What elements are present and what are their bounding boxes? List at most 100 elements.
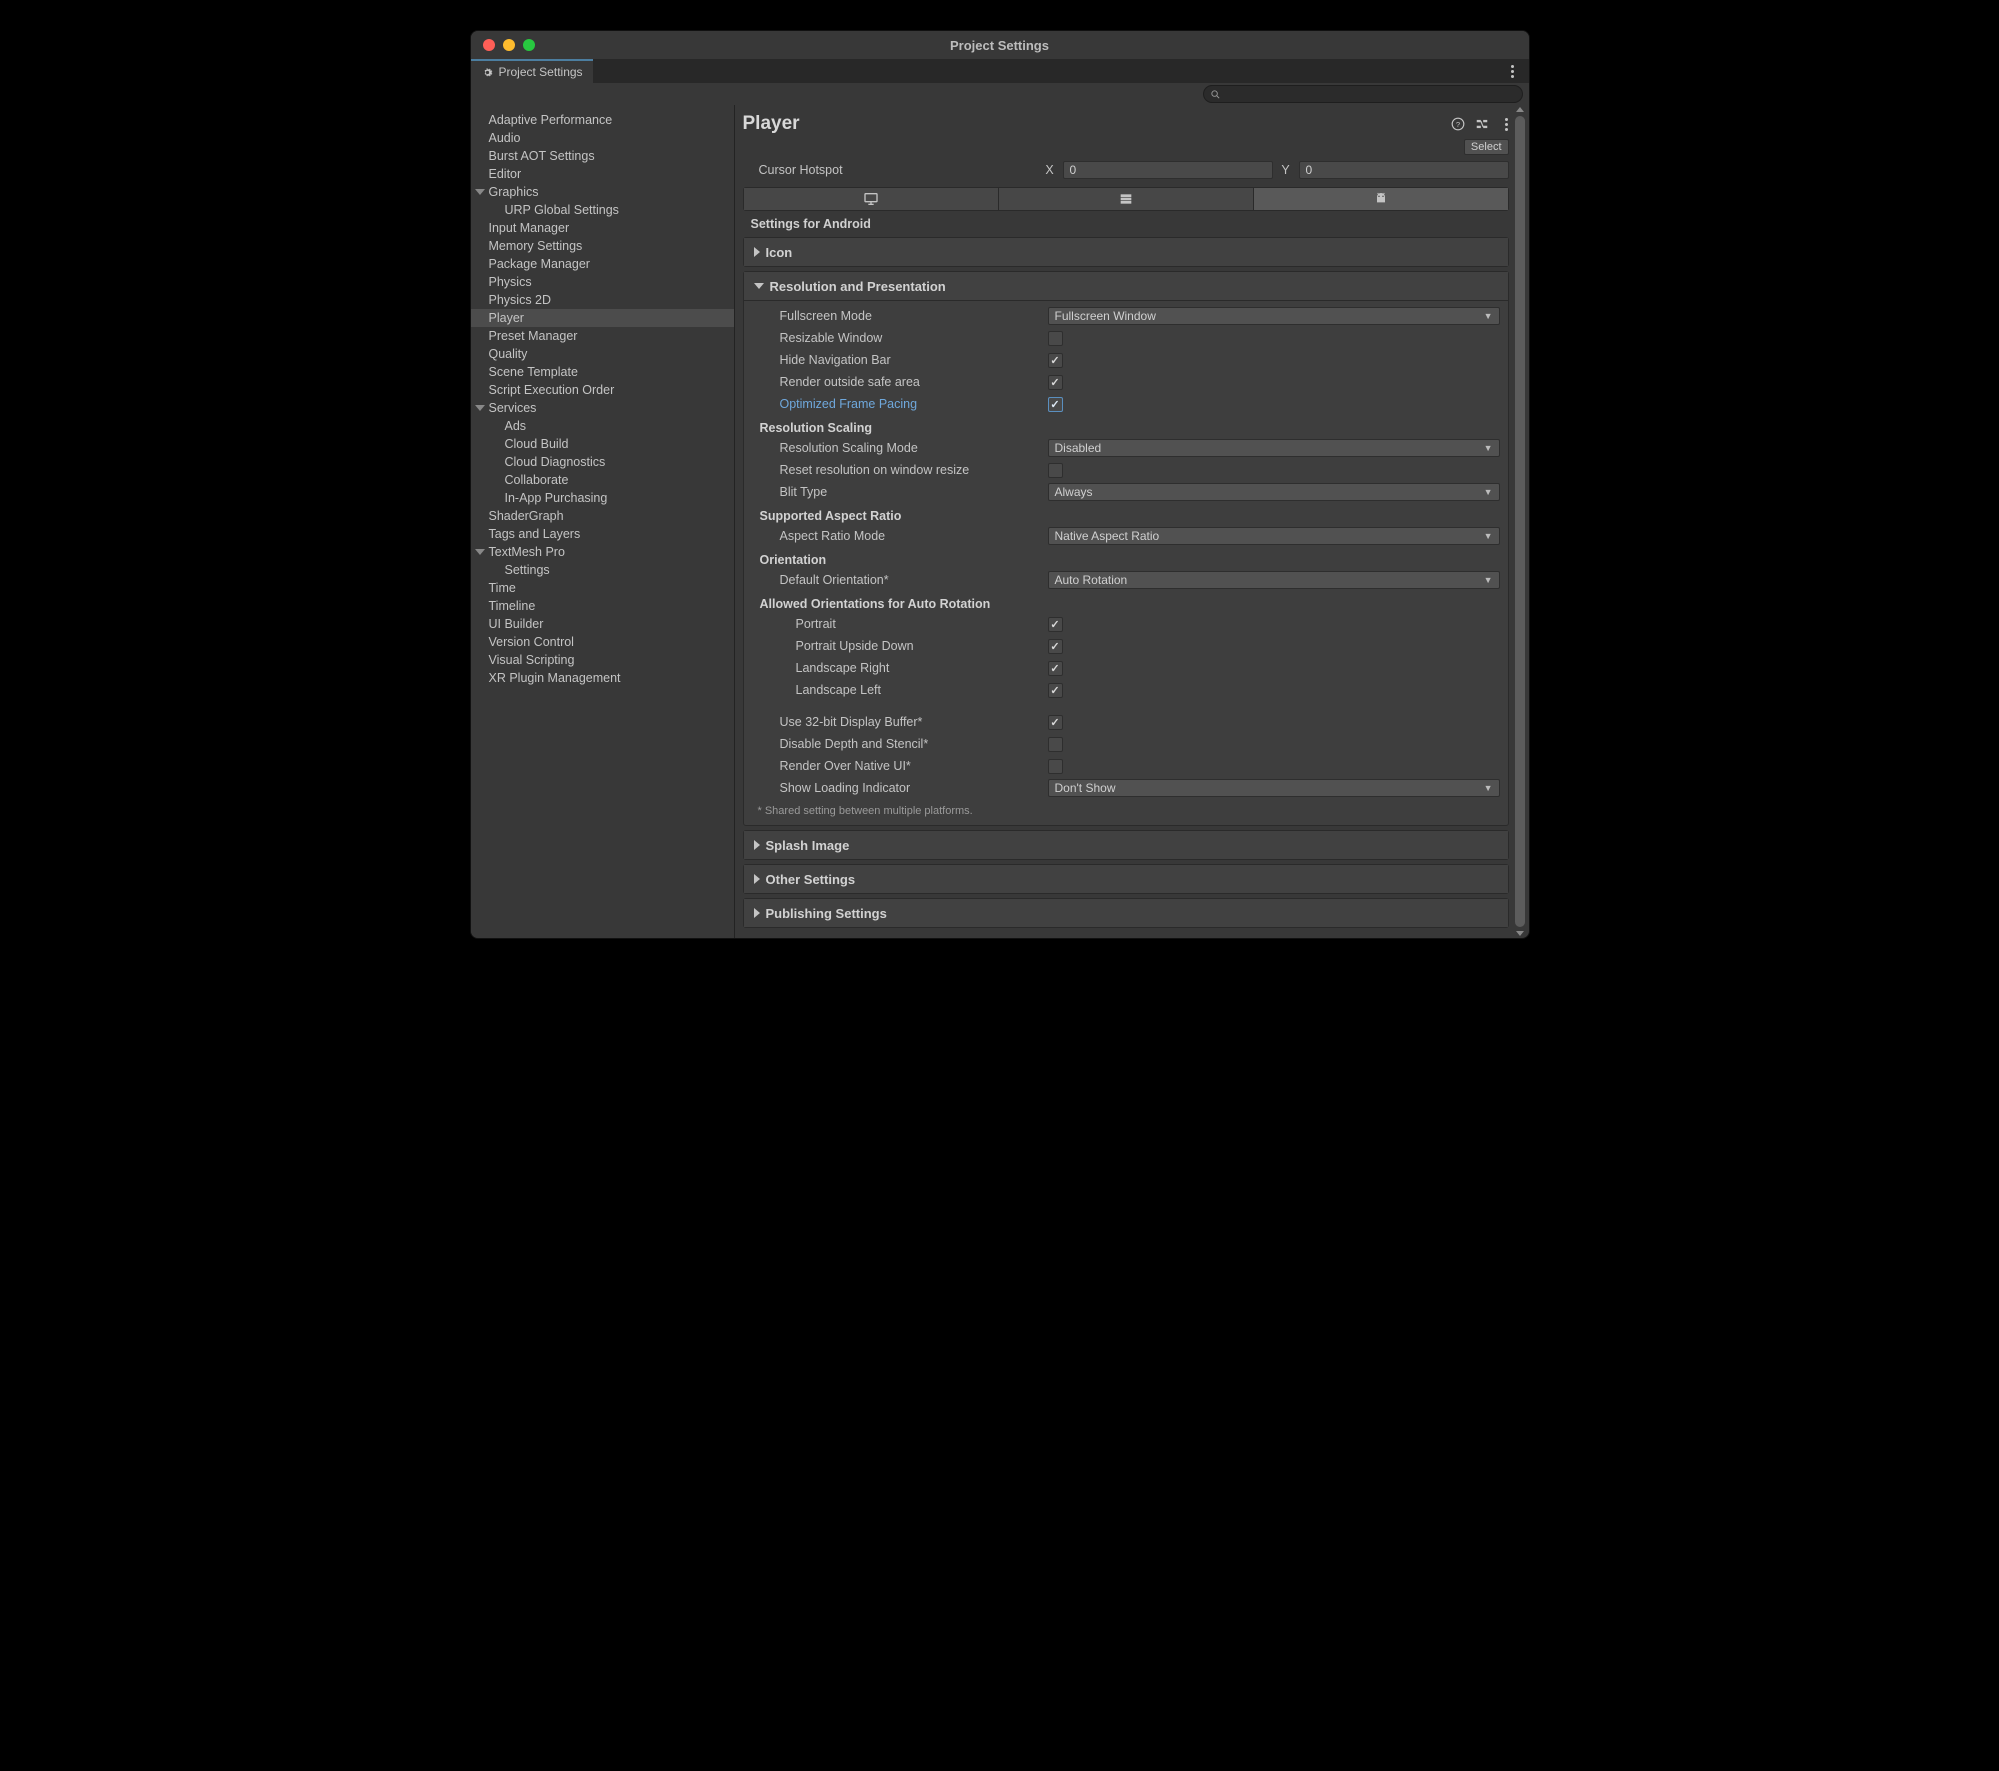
sidebar-item-tags-and-layers[interactable]: Tags and Layers xyxy=(471,525,734,543)
sidebar-item-label: Ads xyxy=(505,419,527,433)
tab-menu-icon[interactable] xyxy=(1505,65,1521,78)
platform-tab-server[interactable] xyxy=(999,188,1254,210)
sidebar-item-in-app-purchasing[interactable]: In-App Purchasing xyxy=(471,489,734,507)
sidebar-item-label: Burst AOT Settings xyxy=(489,149,595,163)
sidebar-item-preset-manager[interactable]: Preset Manager xyxy=(471,327,734,345)
chevron-right-icon xyxy=(754,908,760,918)
use-32bit-checkbox[interactable] xyxy=(1048,715,1063,730)
shared-setting-footnote: * Shared setting between multiple platfo… xyxy=(748,799,1500,817)
sidebar-item-label: Editor xyxy=(489,167,522,181)
sidebar-item-player[interactable]: Player xyxy=(471,309,734,327)
sidebar-item-label: ShaderGraph xyxy=(489,509,564,523)
chevron-right-icon xyxy=(754,247,760,257)
sidebar-item-ui-builder[interactable]: UI Builder xyxy=(471,615,734,633)
platform-tab-android[interactable] xyxy=(1254,188,1508,210)
optimized-frame-pacing-checkbox[interactable] xyxy=(1048,397,1063,412)
sidebar-item-adaptive-performance[interactable]: Adaptive Performance xyxy=(471,111,734,129)
resizable-window-checkbox[interactable] xyxy=(1048,331,1063,346)
tab-label: Project Settings xyxy=(499,65,583,79)
sidebar-item-physics-2d[interactable]: Physics 2D xyxy=(471,291,734,309)
settings-sidebar[interactable]: Adaptive Performance Audio Burst AOT Setti… xyxy=(471,105,735,938)
sub-resolution-scaling: Resolution Scaling xyxy=(748,415,1500,437)
sidebar-item-scene-template[interactable]: Scene Template xyxy=(471,363,734,381)
sidebar-item-settings[interactable]: Settings xyxy=(471,561,734,579)
landscape-right-checkbox[interactable] xyxy=(1048,661,1063,676)
section-other-settings[interactable]: Other Settings xyxy=(744,865,1508,893)
sidebar-item-textmesh-pro[interactable]: TextMesh Pro xyxy=(471,543,734,561)
cursor-hotspot-label: Cursor Hotspot xyxy=(743,163,1043,177)
section-publishing-settings[interactable]: Publishing Settings xyxy=(744,899,1508,927)
sidebar-item-version-control[interactable]: Version Control xyxy=(471,633,734,651)
scaling-mode-label: Resolution Scaling Mode xyxy=(748,441,1048,455)
sidebar-item-label: Version Control xyxy=(489,635,574,649)
sidebar-item-ads[interactable]: Ads xyxy=(471,417,734,435)
project-settings-window: Project Settings Project Settings Adapti… xyxy=(470,30,1530,939)
sidebar-item-audio[interactable]: Audio xyxy=(471,129,734,147)
sub-orientation: Orientation xyxy=(748,547,1500,569)
render-over-native-checkbox[interactable] xyxy=(1048,759,1063,774)
show-loading-dropdown[interactable]: Don't Show▼ xyxy=(1048,779,1500,797)
sidebar-item-label: Player xyxy=(489,311,524,325)
reset-res-checkbox[interactable] xyxy=(1048,463,1063,478)
scroll-thumb[interactable] xyxy=(1515,116,1525,927)
platform-tab-desktop[interactable] xyxy=(744,188,999,210)
hide-nav-checkbox[interactable] xyxy=(1048,353,1063,368)
help-icon[interactable]: ? xyxy=(1451,117,1465,131)
sidebar-item-burst-aot-settings[interactable]: Burst AOT Settings xyxy=(471,147,734,165)
sub-allowed-orientations: Allowed Orientations for Auto Rotation xyxy=(748,591,1500,613)
scroll-up-icon[interactable] xyxy=(1516,107,1524,112)
section-icon[interactable]: Icon xyxy=(744,238,1508,266)
blit-type-dropdown[interactable]: Always▼ xyxy=(1048,483,1500,501)
sidebar-item-timeline[interactable]: Timeline xyxy=(471,597,734,615)
sidebar-item-script-execution-order[interactable]: Script Execution Order xyxy=(471,381,734,399)
scrollbar[interactable] xyxy=(1513,105,1527,938)
sidebar-item-editor[interactable]: Editor xyxy=(471,165,734,183)
chevron-down-icon xyxy=(475,405,485,411)
search-input[interactable] xyxy=(1203,85,1523,103)
preset-icon[interactable] xyxy=(1475,117,1489,131)
sidebar-item-label: Settings xyxy=(505,563,550,577)
scaling-mode-dropdown[interactable]: Disabled▼ xyxy=(1048,439,1500,457)
sub-aspect-ratio: Supported Aspect Ratio xyxy=(748,503,1500,525)
sidebar-item-label: Package Manager xyxy=(489,257,590,271)
section-resolution[interactable]: Resolution and Presentation xyxy=(744,272,1508,300)
sidebar-item-memory-settings[interactable]: Memory Settings xyxy=(471,237,734,255)
sidebar-item-physics[interactable]: Physics xyxy=(471,273,734,291)
portrait-checkbox[interactable] xyxy=(1048,617,1063,632)
sidebar-item-label: Services xyxy=(489,401,537,415)
sidebar-item-xr-plugin-management[interactable]: XR Plugin Management xyxy=(471,669,734,687)
sidebar-item-cloud-build[interactable]: Cloud Build xyxy=(471,435,734,453)
page-title: Player xyxy=(743,113,800,135)
disable-depth-checkbox[interactable] xyxy=(1048,737,1063,752)
portrait-label: Portrait xyxy=(748,617,1048,631)
sidebar-item-graphics[interactable]: Graphics xyxy=(471,183,734,201)
sidebar-item-collaborate[interactable]: Collaborate xyxy=(471,471,734,489)
render-outside-checkbox[interactable] xyxy=(1048,375,1063,390)
cursor-hotspot-x-input[interactable]: 0 xyxy=(1063,161,1273,179)
select-button[interactable]: Select xyxy=(1464,139,1509,155)
sidebar-item-cloud-diagnostics[interactable]: Cloud Diagnostics xyxy=(471,453,734,471)
sidebar-item-quality[interactable]: Quality xyxy=(471,345,734,363)
sidebar-item-label: Timeline xyxy=(489,599,536,613)
sidebar-item-package-manager[interactable]: Package Manager xyxy=(471,255,734,273)
scroll-down-icon[interactable] xyxy=(1516,931,1524,936)
tab-project-settings[interactable]: Project Settings xyxy=(471,59,593,83)
sidebar-item-shadergraph[interactable]: ShaderGraph xyxy=(471,507,734,525)
sidebar-item-services[interactable]: Services xyxy=(471,399,734,417)
sidebar-item-urp-global-settings[interactable]: URP Global Settings xyxy=(471,201,734,219)
fullscreen-mode-dropdown[interactable]: Fullscreen Window▼ xyxy=(1048,307,1500,325)
sidebar-item-visual-scripting[interactable]: Visual Scripting xyxy=(471,651,734,669)
sidebar-item-label: Time xyxy=(489,581,516,595)
cursor-hotspot-y-input[interactable]: 0 xyxy=(1299,161,1509,179)
default-orientation-dropdown[interactable]: Auto Rotation▼ xyxy=(1048,571,1500,589)
aspect-mode-label: Aspect Ratio Mode xyxy=(748,529,1048,543)
section-splash-image[interactable]: Splash Image xyxy=(744,831,1508,859)
sidebar-item-label: Audio xyxy=(489,131,521,145)
sidebar-item-input-manager[interactable]: Input Manager xyxy=(471,219,734,237)
chevron-down-icon xyxy=(475,189,485,195)
landscape-left-checkbox[interactable] xyxy=(1048,683,1063,698)
sidebar-item-time[interactable]: Time xyxy=(471,579,734,597)
chevron-down-icon xyxy=(754,283,764,289)
portrait-upside-checkbox[interactable] xyxy=(1048,639,1063,654)
aspect-mode-dropdown[interactable]: Native Aspect Ratio▼ xyxy=(1048,527,1500,545)
